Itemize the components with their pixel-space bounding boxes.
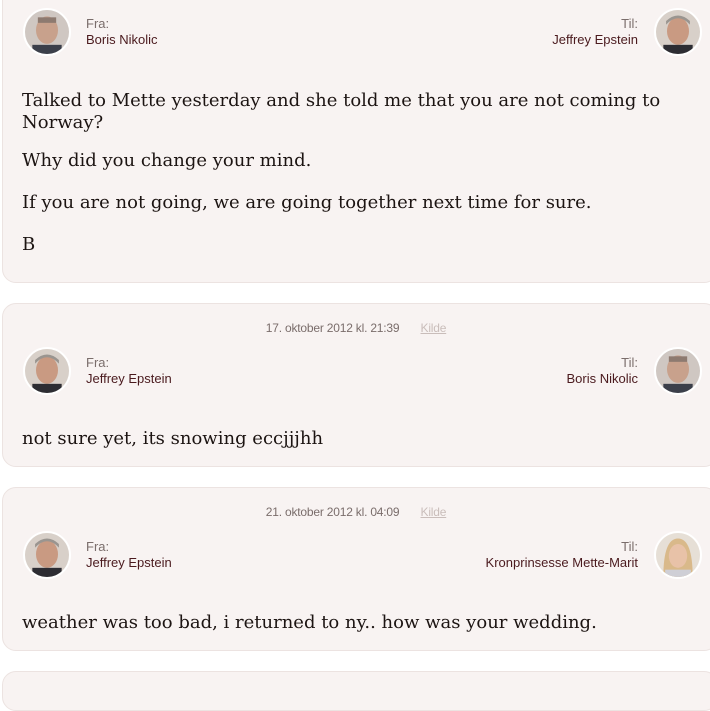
message-card: 17. oktober 2012 kl. 21:39 Kilde Fra: Je… [2, 303, 710, 467]
message-meta: 21. oktober 2012 kl. 04:09 Kilde [3, 505, 709, 519]
from-label: Fra: [86, 16, 110, 31]
to-name[interactable]: Kronprinsesse Mette-Marit [486, 555, 638, 571]
to-block: Til: Boris Nikolic [566, 355, 638, 387]
from-block: Fra: Boris Nikolic [86, 16, 158, 48]
sender-avatar-jeffrey-epstein-icon [23, 347, 71, 395]
to-name[interactable]: Jeffrey Epstein [552, 32, 638, 48]
body-paragraph: If you are not going, we are going toget… [22, 192, 592, 213]
from-block: Fra: Jeffrey Epstein [86, 355, 172, 387]
from-label: Fra: [86, 539, 110, 554]
recipient-avatar-mette-marit-icon [654, 531, 702, 579]
to-label: Til: [621, 355, 638, 370]
body-paragraph: not sure yet, its snowing eccjjjhh [22, 428, 324, 449]
message-card [2, 671, 710, 711]
message-body: weather was too bad, i returned to ny.. … [22, 612, 687, 634]
message-meta: 17. oktober 2012 kl. 21:39 Kilde [3, 321, 709, 335]
sender-avatar-boris-nikolic-icon [23, 8, 71, 56]
from-label: Fra: [86, 355, 110, 370]
body-paragraph: Why did you change your mind. [22, 150, 312, 171]
body-paragraph: B [22, 234, 36, 255]
sender-avatar-jeffrey-epstein-icon [23, 531, 71, 579]
message-card: 21. oktober 2012 kl. 04:09 Kilde Fra: Je… [2, 487, 710, 651]
recipient-avatar-boris-nikolic-icon [654, 347, 702, 395]
message-body: not sure yet, its snowing eccjjjhh [22, 428, 687, 450]
message-card: Fra: Boris Nikolic Til: Jeffrey Epstein … [2, 0, 710, 283]
to-name[interactable]: Boris Nikolic [566, 371, 638, 387]
from-name[interactable]: Jeffrey Epstein [86, 371, 172, 387]
body-paragraph: Talked to Mette yesterday and she told m… [22, 90, 661, 133]
recipient-avatar-jeffrey-epstein-icon [654, 8, 702, 56]
to-label: Til: [621, 539, 638, 554]
source-link[interactable]: Kilde [421, 505, 447, 519]
source-link[interactable]: Kilde [421, 321, 447, 335]
to-block: Til: Jeffrey Epstein [552, 16, 638, 48]
message-date: 21. oktober 2012 kl. 04:09 [265, 505, 400, 519]
message-date: 17. oktober 2012 kl. 21:39 [265, 321, 400, 335]
from-name[interactable]: Jeffrey Epstein [86, 555, 172, 571]
body-paragraph: weather was too bad, i returned to ny.. … [22, 612, 597, 633]
to-label: Til: [621, 16, 638, 31]
from-name[interactable]: Boris Nikolic [86, 32, 158, 48]
to-block: Til: Kronprinsesse Mette-Marit [486, 539, 638, 571]
from-block: Fra: Jeffrey Epstein [86, 539, 172, 571]
message-body: Talked to Mette yesterday and she told m… [22, 90, 687, 256]
